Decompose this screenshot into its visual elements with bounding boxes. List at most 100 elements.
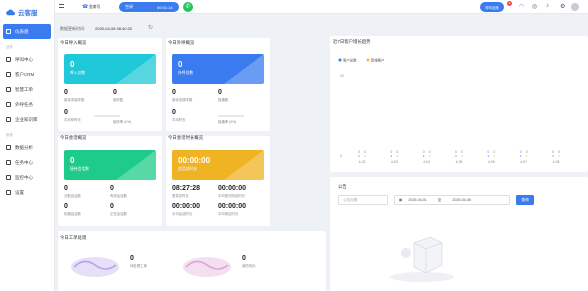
sidebar-item-crm[interactable]: 客户CRM bbox=[0, 67, 54, 82]
dashboard-icon bbox=[6, 29, 11, 34]
tile-decoration bbox=[224, 54, 264, 84]
task-center-icon bbox=[6, 160, 11, 165]
data-label: 0 bbox=[429, 150, 431, 154]
duration-tile: 00:00:00 会话总时长 bbox=[172, 150, 264, 180]
settings-icon[interactable]: ⚙ bbox=[560, 3, 565, 10]
notice-search-input[interactable]: 公告标题 bbox=[338, 195, 388, 205]
x-tick-label: 4-07 bbox=[520, 160, 527, 164]
cloud-icon bbox=[6, 9, 15, 15]
user-pill[interactable]: 呼叫坐席 bbox=[480, 2, 504, 12]
whatsapp-icon[interactable]: ✆ bbox=[183, 2, 193, 12]
app-name: 云客服 bbox=[18, 10, 38, 17]
sidebar-item-label: 任务中心 bbox=[15, 159, 33, 165]
out-total-label: 外呼总数 bbox=[178, 71, 194, 75]
ticket-stat-2: 0 我的待办 bbox=[242, 255, 256, 268]
tickets-card: 今日工单处理 0 待处理工单 0 我的待办 bbox=[58, 231, 326, 291]
session-stat-1: 0 分配会话数 bbox=[64, 185, 81, 198]
session-card: 今日会话概览 0 接待会话数 0 分配会话数 0 有效会话数 0 机器会话数 0 正在会… bbox=[58, 135, 162, 226]
data-label: 0 bbox=[520, 150, 522, 154]
query-button[interactable]: 查询 bbox=[516, 195, 534, 205]
menu-toggle-icon[interactable] bbox=[59, 4, 64, 8]
out-stat-2: 0 接通数 bbox=[218, 89, 229, 102]
pending-ticket-illustration bbox=[71, 257, 119, 277]
sidebar-item-task-center[interactable]: 任务中心 bbox=[0, 155, 54, 170]
data-point bbox=[558, 155, 560, 157]
sidebar-item-knowledge-base[interactable]: 企业知识库 bbox=[0, 112, 54, 127]
session-tile: 0 接待会话数 bbox=[64, 150, 156, 180]
user-name: 呼叫坐席 bbox=[485, 5, 499, 10]
phone-icon[interactable]: ☎ bbox=[82, 4, 88, 10]
calendar-icon: ▦ bbox=[399, 198, 403, 202]
nav-group-label: 业务 bbox=[6, 45, 13, 49]
sidebar-item-analytics[interactable]: 数据分析 bbox=[0, 140, 54, 155]
main-content: 数据更新时间: 2025-04-08 08:40:20 ↻ 今日呼入概览 0 呼… bbox=[55, 14, 588, 291]
todo-illustration bbox=[183, 257, 231, 277]
refresh-icon[interactable]: ↻ bbox=[148, 24, 153, 31]
call-answer-rate-bar bbox=[94, 115, 120, 117]
sidebar-item-call-center[interactable]: 呼叫中心 bbox=[0, 52, 54, 67]
tile-decoration bbox=[116, 54, 156, 84]
empty-state-illustration bbox=[390, 236, 454, 282]
data-label: 0 bbox=[358, 150, 360, 154]
today-call-title: 今日呼入概览 bbox=[60, 40, 87, 45]
bell-icon[interactable]: ♪ bbox=[546, 3, 549, 9]
headset-icon[interactable]: ◎ bbox=[532, 3, 537, 10]
tile-decoration bbox=[224, 150, 264, 180]
date-range-picker[interactable]: ▦ 2025-04-01 至 2025-04-08 bbox=[394, 195, 510, 205]
sidebar-item-monitor-center[interactable]: 监控中心 bbox=[0, 170, 54, 185]
data-point bbox=[552, 155, 554, 157]
call-stat-4: 接听率 (0%) bbox=[113, 120, 132, 124]
sidebar-item-outbound-tasks[interactable]: 外呼任务 bbox=[0, 97, 54, 112]
x-tick-label: 4-05 bbox=[456, 160, 463, 164]
duration-stat-2: 00:00:00 平均首次响应时长 bbox=[218, 185, 247, 198]
data-point bbox=[526, 155, 528, 157]
call-total-label: 呼入总数 bbox=[70, 71, 86, 75]
sidebar-item-label: 外呼任务 bbox=[15, 101, 33, 107]
logo: 云客服 bbox=[0, 0, 54, 24]
data-point bbox=[429, 155, 431, 157]
data-label: 0 bbox=[423, 150, 425, 154]
tile-decoration bbox=[116, 150, 156, 180]
legend-marker bbox=[338, 58, 342, 62]
outbound-tasks-icon bbox=[6, 102, 11, 107]
knowledge-base-icon bbox=[6, 117, 11, 122]
session-title: 今日会话概览 bbox=[60, 135, 87, 140]
session-stat-3: 0 机器会话数 bbox=[64, 203, 81, 216]
status-pill[interactable]: 空闲 00:01:14 bbox=[119, 2, 179, 12]
sidebar-item-label: 客户CRM bbox=[15, 71, 35, 77]
call-timer: 00:01:14 bbox=[157, 4, 173, 10]
out-total: 0 bbox=[178, 60, 183, 69]
notice-title: 公告 bbox=[338, 184, 347, 189]
legend-label: 新增客户 bbox=[371, 57, 385, 62]
sidebar-item-tickets[interactable]: 智慧工单 bbox=[0, 82, 54, 97]
notification-badge[interactable]: 6 bbox=[507, 1, 512, 6]
sidebar-item-label: 呼叫中心 bbox=[15, 56, 33, 62]
sidebar-item-label: 企业知识库 bbox=[15, 116, 38, 122]
today-out-title: 今日外呼概览 bbox=[168, 40, 195, 45]
call-stat-2: 0 接听数 bbox=[113, 89, 124, 102]
duration-stat-1: 08:27:28 登录总时长 bbox=[172, 185, 201, 198]
data-label: 0 bbox=[558, 150, 560, 154]
data-label: 0 bbox=[493, 150, 495, 154]
extension-label[interactable]: 坐席号 bbox=[89, 5, 100, 10]
data-point bbox=[358, 155, 360, 157]
data-label: 0 bbox=[396, 150, 398, 154]
data-label: 0 bbox=[526, 150, 528, 154]
data-point bbox=[364, 155, 366, 157]
session-stat-4: 0 正在会话数 bbox=[110, 203, 127, 216]
x-tick-label: 4-03 bbox=[391, 160, 398, 164]
topbar: ☎ 坐席号 空闲 00:01:14 ✆ 呼叫坐席 6 ◠ ◎ ♪ ⚙ bbox=[55, 0, 588, 14]
update-label: 数据更新时间: bbox=[60, 26, 86, 31]
call-stat-3: 0 平均呼时长 bbox=[64, 109, 81, 122]
monitor-center-icon bbox=[6, 175, 11, 180]
wifi-icon[interactable]: ◠ bbox=[519, 3, 524, 10]
duration-card: 今日会话时长概览 00:00:00 会话总时长 08:27:28 登录总时长 00… bbox=[166, 135, 270, 226]
avatar[interactable] bbox=[571, 3, 579, 11]
nav-group-label: 系统 bbox=[6, 133, 13, 137]
out-stat-4: 接通率 (0%) bbox=[218, 120, 237, 124]
sidebar-item-dashboard[interactable]: 仪表盘 bbox=[3, 24, 51, 39]
sidebar-item-settings[interactable]: 设置 bbox=[0, 185, 54, 200]
sidebar-item-label: 智慧工单 bbox=[15, 86, 33, 92]
legend-marker bbox=[366, 58, 370, 62]
data-point bbox=[461, 155, 463, 157]
